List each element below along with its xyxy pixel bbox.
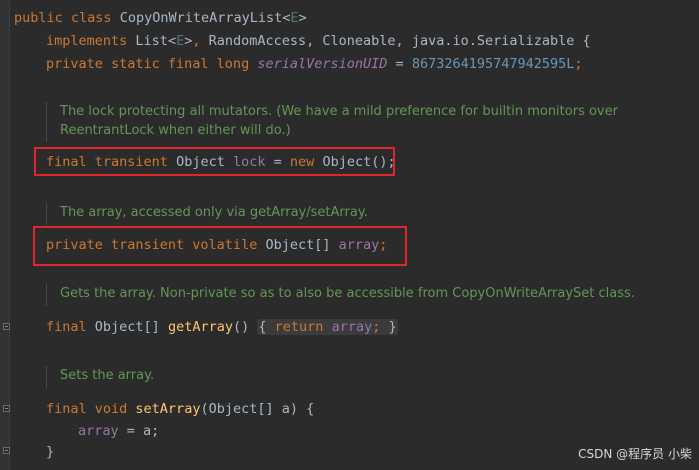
- class-name: CopyOnWriteArrayList: [119, 10, 283, 26]
- watermark-text: CSDN @程序员 小柴: [578, 447, 692, 461]
- number-literal: 8673264195747942595L: [411, 56, 575, 72]
- doc-comment-get-array: Gets the array. Non-private so as to als…: [46, 284, 699, 306]
- code-line-assign[interactable]: array = a;: [78, 421, 159, 441]
- method-name: setArray: [135, 401, 201, 417]
- code-line-implements[interactable]: implements List<E>, RandomAccess, Clonea…: [46, 31, 591, 51]
- type-parameter: E: [290, 10, 299, 26]
- code-line-set-array[interactable]: final void setArray(Object[] a) {: [46, 399, 314, 419]
- code-line-class-declaration[interactable]: public class CopyOnWriteArrayList<E>: [14, 8, 307, 28]
- code-line-serial-version[interactable]: private static final long serialVersionU…: [46, 54, 583, 74]
- keyword: implements: [46, 33, 128, 49]
- doc-comment-lock: The lock protecting all mutators. (We ha…: [46, 102, 699, 142]
- folded-body[interactable]: { return array; }: [257, 319, 398, 335]
- doc-comment-set-array: Sets the array.: [46, 366, 360, 388]
- keyword: class: [70, 10, 112, 26]
- code-line-get-array[interactable]: final Object[] getArray() { return array…: [46, 317, 398, 337]
- editor-gutter: [0, 0, 9, 470]
- doc-comment-array: The array, accessed only via getArray/se…: [46, 203, 620, 225]
- field-name: serialVersionUID: [257, 56, 388, 72]
- fold-toggle-icon[interactable]: [3, 405, 10, 412]
- keyword: public: [14, 10, 63, 26]
- highlight-box-array: [33, 226, 407, 266]
- highlight-box-lock: [34, 147, 395, 176]
- fold-toggle-icon[interactable]: [3, 323, 10, 330]
- gutter-divider: [9, 0, 10, 470]
- code-line-close-brace[interactable]: }: [46, 442, 54, 462]
- fold-toggle-icon[interactable]: [3, 447, 10, 454]
- field-name: array: [78, 423, 119, 439]
- method-name: getArray: [167, 319, 233, 335]
